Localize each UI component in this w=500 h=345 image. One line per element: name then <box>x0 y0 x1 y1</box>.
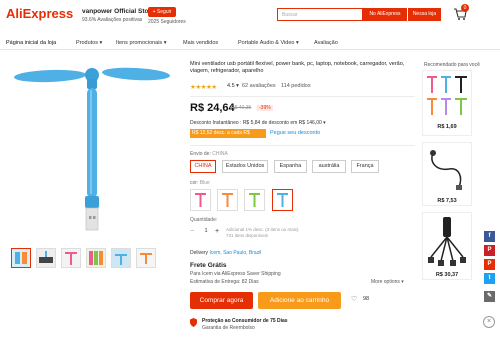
more-shipping-options[interactable]: More options ▾ <box>371 279 404 285</box>
divider <box>190 96 415 97</box>
ship-from-label: Envio de: CHINA <box>190 151 228 157</box>
ship-from-label-text: Envio de: <box>190 151 211 157</box>
quantity-info: Adicional 1% desc. (3 itens ou mais) 731… <box>226 227 299 239</box>
color-option-pink[interactable] <box>190 189 211 211</box>
product-title: Mini ventilador usb portátil flexível, p… <box>190 61 405 74</box>
free-shipping: Frete Grátis <box>190 262 227 269</box>
color-label-text: cor: <box>190 180 199 186</box>
pinterest-share-icon[interactable]: P <box>484 245 495 256</box>
recommended-title: Recomendado para você <box>424 62 480 68</box>
nav-promotions[interactable]: Itens promocionais ▾ <box>116 40 166 46</box>
delivery-estimate: Estimativa de Entrega: 82 Dias <box>190 279 259 285</box>
fan-blades <box>14 67 170 89</box>
ship-option-usa[interactable]: Estados Unidos <box>222 160 268 173</box>
recommended-price: R$ 7,53 <box>437 198 457 204</box>
reviews-count[interactable]: 62 avaliações <box>242 83 276 89</box>
color-option-green[interactable] <box>244 189 265 211</box>
recommended-item-image <box>428 217 466 266</box>
shipping-method: Para Icem via AliExpress Saver Shipping <box>190 271 281 277</box>
ship-from-value: CHINA <box>212 151 228 157</box>
divider <box>190 145 415 146</box>
stock-available: 731 itens disponíveis <box>226 233 269 238</box>
buyer-protection-title: Proteção ao Consumidor de 75 Dias <box>202 318 288 324</box>
close-icon[interactable]: × <box>483 316 495 328</box>
ship-option-spain[interactable]: Espanha <box>274 160 307 173</box>
facebook-share-icon[interactable]: f <box>484 231 495 242</box>
quantity-decrease-button[interactable]: − <box>190 228 194 235</box>
search-aliexpress-button[interactable]: No AliExpress <box>363 8 407 21</box>
color-option-orange[interactable] <box>217 189 238 211</box>
followers-count: 2025 Seguidores <box>148 19 186 25</box>
color-label: cor: Blue <box>190 180 210 186</box>
discount-badge: -39% <box>257 105 273 111</box>
nav-portable-audio[interactable]: Portable Audio & Video ▾ <box>238 40 299 46</box>
rating-stars: ★★★★★ <box>190 84 217 91</box>
edit-icon[interactable]: ✎ <box>484 291 495 302</box>
product-main-image[interactable] <box>6 58 174 236</box>
follow-button[interactable]: + Seguir <box>148 7 176 17</box>
refund-guarantee: Garantia de Reembolso <box>202 325 255 331</box>
wishlist-count: 98 <box>363 296 370 302</box>
quantity-input[interactable]: 1 <box>198 226 214 237</box>
nav-products[interactable]: Produtos ▾ <box>76 40 102 46</box>
original-price: R$ 40,35 <box>231 105 252 111</box>
recommended-item[interactable]: R$ 7,53 <box>422 142 472 206</box>
store-name[interactable]: vanpower Official Store <box>82 8 155 15</box>
color-value: Blue <box>199 180 210 186</box>
delivery-label: Delivery <box>190 250 209 256</box>
recommended-item-image <box>430 150 462 190</box>
search-store-button[interactable]: Nessa loja <box>407 8 441 21</box>
recommended-item[interactable]: R$ 1,69 <box>422 70 472 136</box>
color-option-blue[interactable] <box>272 189 293 211</box>
quantity-label: Quantidade: <box>190 217 218 223</box>
get-coupon-link[interactable]: Pegue seu desconto <box>270 129 320 138</box>
thumbnail[interactable] <box>36 248 56 268</box>
recommended-price: R$ 1,69 <box>437 124 457 130</box>
delivery-place[interactable]: Icem, Sao Paulo, Brazil <box>209 250 261 256</box>
add-to-cart-button[interactable]: Adicione ao carrinho <box>258 292 341 309</box>
recommended-price: R$ 30,37 <box>435 272 459 278</box>
store-rating: 93.6% Avaliações positivas <box>82 17 143 23</box>
nav-best-sellers[interactable]: Mais vendidos <box>183 40 218 46</box>
ship-option-china[interactable]: CHINA <box>190 160 216 173</box>
heart-icon[interactable]: ♡ <box>351 295 357 303</box>
rating-value[interactable]: 4.5 ▾ <box>227 83 239 89</box>
thumbnail[interactable] <box>136 248 156 268</box>
ship-option-australia[interactable]: austrália <box>312 160 346 173</box>
thumbnail[interactable] <box>111 248 131 268</box>
coupon-badge: R$ 12,52 desc. a cada R$ 685,12 <box>190 129 266 145</box>
recommended-item-image <box>427 76 467 115</box>
search-input[interactable]: Buscar <box>277 8 363 21</box>
nav-reviews[interactable]: Avaliação <box>314 40 338 46</box>
twitter-share-icon[interactable]: t <box>484 273 495 284</box>
current-price: R$ 24,64 <box>190 102 235 114</box>
quantity-increase-button[interactable]: + <box>215 228 219 235</box>
shield-icon <box>190 318 197 327</box>
buy-now-button[interactable]: Comprar agora <box>190 292 253 309</box>
cart-badge: 0 <box>461 4 469 12</box>
delivery-location[interactable]: Delivery Icem, Sao Paulo, Brazil <box>190 250 261 256</box>
orders-count: 114 pedidos <box>281 83 311 89</box>
instant-discount[interactable]: Desconto Instantâneo : R$ 5,84 de descon… <box>190 120 326 126</box>
thumbnail[interactable] <box>11 248 31 268</box>
aliexpress-logo[interactable]: AliExpress <box>6 6 73 21</box>
recommended-item[interactable]: R$ 30,37 <box>422 212 472 280</box>
nav-store-home[interactable]: Página inicial da loja <box>6 40 56 46</box>
ship-option-france[interactable]: França <box>351 160 379 173</box>
thumbnail[interactable] <box>61 248 81 268</box>
thumbnail[interactable] <box>86 248 106 268</box>
pinterest-alt-share-icon[interactable]: P <box>484 259 495 270</box>
